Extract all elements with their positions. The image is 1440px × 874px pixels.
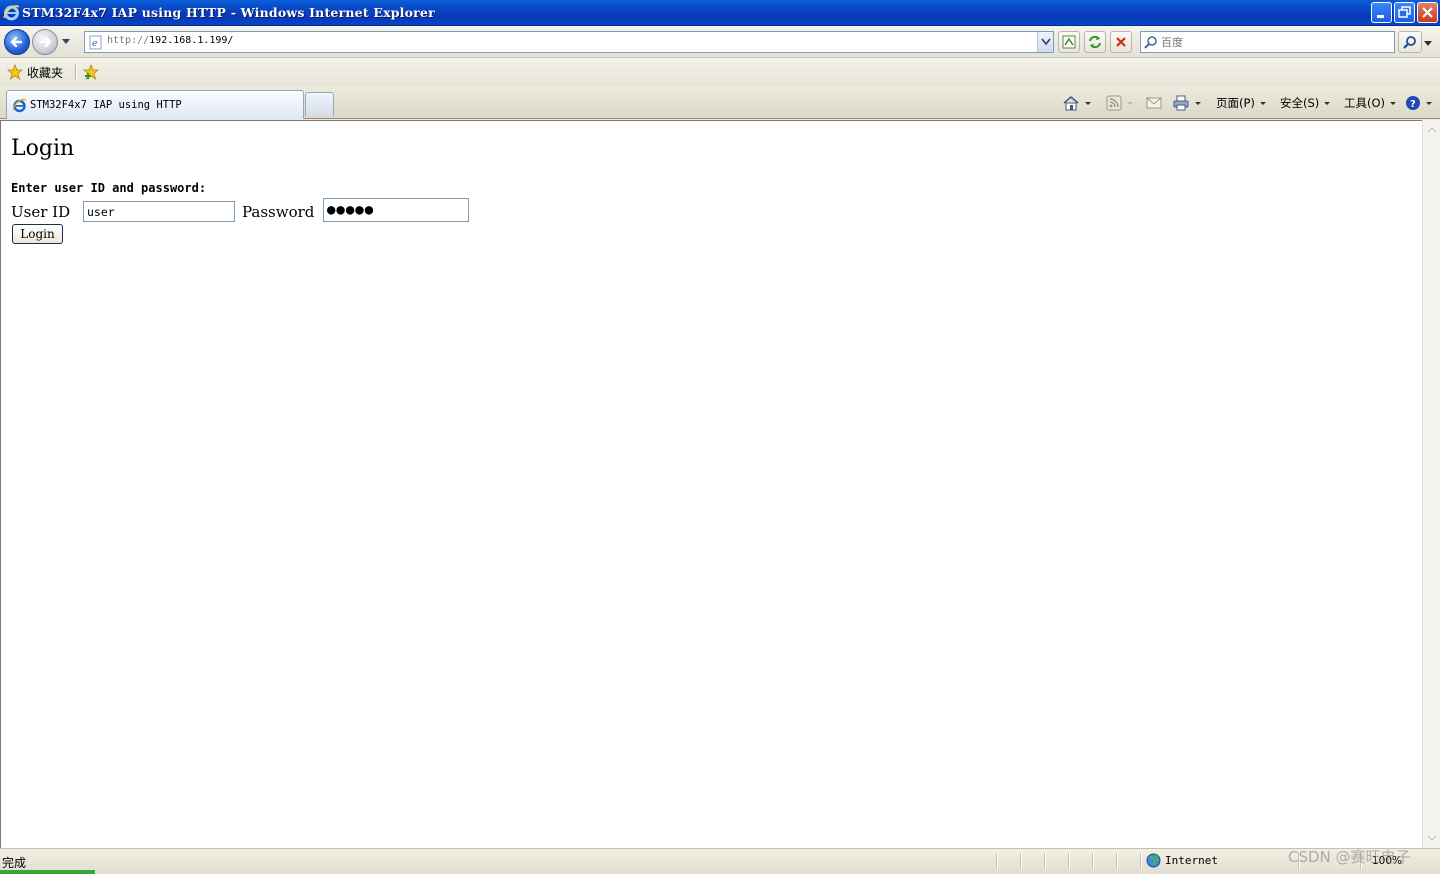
title-bar: STM32F4x7 IAP using HTTP - Windows Inter… bbox=[0, 0, 1440, 26]
tab-title: STM32F4x7 IAP using HTTP bbox=[30, 99, 182, 111]
page-title: Login bbox=[11, 136, 75, 161]
tools-menu-button[interactable]: 工具(O) bbox=[1344, 93, 1397, 113]
password-input[interactable] bbox=[323, 198, 469, 222]
add-to-favorites-icon[interactable] bbox=[82, 63, 100, 81]
window-title: STM32F4x7 IAP using HTTP - Windows Inter… bbox=[22, 5, 435, 20]
status-divider bbox=[1092, 853, 1093, 869]
chevron-down-icon bbox=[1426, 101, 1432, 105]
favorites-bar: 收藏夹 bbox=[0, 58, 1440, 86]
safety-menu-button[interactable]: 安全(S) bbox=[1280, 93, 1331, 113]
zoom-level[interactable]: 100% bbox=[1372, 855, 1402, 867]
tab-current[interactable]: STM32F4x7 IAP using HTTP bbox=[6, 90, 304, 119]
zone-label: Internet bbox=[1165, 854, 1218, 867]
url-host: 192.168.1.199/ bbox=[149, 35, 234, 46]
tab-bar: STM32F4x7 IAP using HTTP 页面(P) 安全(S) 工具(… bbox=[0, 86, 1440, 119]
address-dropdown-button[interactable] bbox=[1037, 32, 1053, 52]
help-icon: ? bbox=[1406, 96, 1420, 110]
star-icon bbox=[7, 64, 23, 80]
minimize-icon bbox=[1377, 15, 1384, 18]
search-box[interactable] bbox=[1140, 31, 1395, 53]
security-zone[interactable]: Internet bbox=[1146, 853, 1218, 868]
minimize-button[interactable] bbox=[1371, 2, 1392, 23]
password-label: Password bbox=[242, 203, 315, 221]
compatibility-view-button[interactable] bbox=[1058, 31, 1080, 53]
globe-icon bbox=[1146, 853, 1161, 868]
stop-icon bbox=[1116, 37, 1126, 47]
print-button[interactable] bbox=[1172, 93, 1201, 113]
chevron-up-icon bbox=[1428, 127, 1436, 133]
refresh-icon bbox=[1089, 35, 1101, 49]
home-icon bbox=[1063, 95, 1079, 111]
user-id-input[interactable] bbox=[83, 201, 235, 222]
chevron-down-icon bbox=[1259, 101, 1266, 105]
back-arrow-icon bbox=[10, 36, 23, 48]
chevron-down-icon bbox=[1428, 835, 1436, 841]
search-input[interactable] bbox=[1161, 34, 1391, 50]
forward-button[interactable] bbox=[32, 29, 58, 55]
search-provider-icon bbox=[1144, 36, 1157, 49]
printer-icon bbox=[1173, 95, 1189, 111]
refresh-button[interactable] bbox=[1084, 31, 1106, 53]
url-scheme: http:// bbox=[107, 35, 150, 46]
page-menu-button[interactable]: 页面(P) bbox=[1216, 93, 1266, 113]
status-divider bbox=[1068, 853, 1069, 869]
read-mail-button[interactable] bbox=[1145, 93, 1163, 113]
status-divider bbox=[1116, 853, 1117, 869]
status-divider bbox=[996, 853, 997, 869]
close-icon bbox=[1422, 7, 1433, 18]
web-content-area bbox=[0, 120, 1422, 848]
favorites-label: 收藏夹 bbox=[27, 65, 64, 80]
rss-feed-icon bbox=[1106, 95, 1122, 111]
status-divider bbox=[1360, 853, 1361, 869]
page-menu-label: 页面(P) bbox=[1216, 96, 1255, 110]
login-prompt: Enter user ID and password: bbox=[11, 181, 207, 195]
stop-button[interactable] bbox=[1110, 31, 1132, 53]
restore-icon bbox=[1398, 6, 1411, 18]
search-go-button[interactable] bbox=[1398, 31, 1422, 53]
chevron-down-icon bbox=[1127, 101, 1133, 105]
restore-button[interactable] bbox=[1394, 2, 1415, 23]
chevron-down-icon bbox=[1195, 101, 1201, 105]
user-id-label: User ID bbox=[11, 203, 71, 221]
tools-menu-label: 工具(O) bbox=[1344, 96, 1386, 110]
address-bar[interactable]: e http://192.168.1.199/ bbox=[84, 31, 1054, 53]
status-text: 完成 bbox=[2, 856, 27, 870]
vertical-scrollbar[interactable] bbox=[1422, 120, 1440, 848]
recent-pages-dropdown-icon[interactable] bbox=[61, 38, 71, 46]
status-divider bbox=[1044, 853, 1045, 869]
svg-text:?: ? bbox=[1410, 99, 1416, 110]
page-icon: e bbox=[89, 35, 102, 50]
mail-icon bbox=[1146, 97, 1162, 109]
search-icon bbox=[1403, 36, 1416, 49]
ie-page-icon bbox=[12, 98, 27, 113]
back-button[interactable] bbox=[4, 29, 30, 55]
status-divider bbox=[1020, 853, 1021, 869]
address-url: http://192.168.1.199/ bbox=[107, 35, 233, 46]
svg-text:e: e bbox=[92, 39, 97, 49]
new-tab-button[interactable] bbox=[305, 92, 334, 116]
forward-arrow-icon bbox=[39, 36, 52, 48]
progress-indicator bbox=[0, 870, 95, 874]
favorites-button[interactable]: 收藏夹 bbox=[4, 62, 66, 82]
chevron-down-icon bbox=[1324, 101, 1331, 105]
chevron-down-icon bbox=[1390, 101, 1397, 105]
home-button[interactable] bbox=[1062, 93, 1091, 113]
close-window-button[interactable] bbox=[1417, 2, 1438, 23]
safety-menu-label: 安全(S) bbox=[1280, 96, 1320, 110]
ie-logo-icon bbox=[3, 5, 20, 21]
status-divider bbox=[1140, 853, 1141, 869]
status-divider bbox=[1298, 853, 1299, 869]
help-button[interactable]: ? bbox=[1405, 93, 1432, 113]
chevron-down-icon bbox=[1085, 101, 1091, 105]
compatibility-view-icon bbox=[1062, 35, 1076, 49]
favorites-divider bbox=[75, 64, 76, 80]
feeds-button[interactable] bbox=[1106, 93, 1133, 113]
scroll-up-button[interactable] bbox=[1424, 122, 1440, 138]
scroll-down-button[interactable] bbox=[1424, 830, 1440, 846]
login-button[interactable]: Login bbox=[12, 224, 63, 244]
chevron-down-icon bbox=[1041, 38, 1051, 46]
navigation-bar: e http://192.168.1.199/ bbox=[0, 26, 1440, 58]
status-bar: 完成 Internet 100% bbox=[0, 848, 1440, 874]
search-options-dropdown-icon[interactable] bbox=[1424, 41, 1432, 47]
